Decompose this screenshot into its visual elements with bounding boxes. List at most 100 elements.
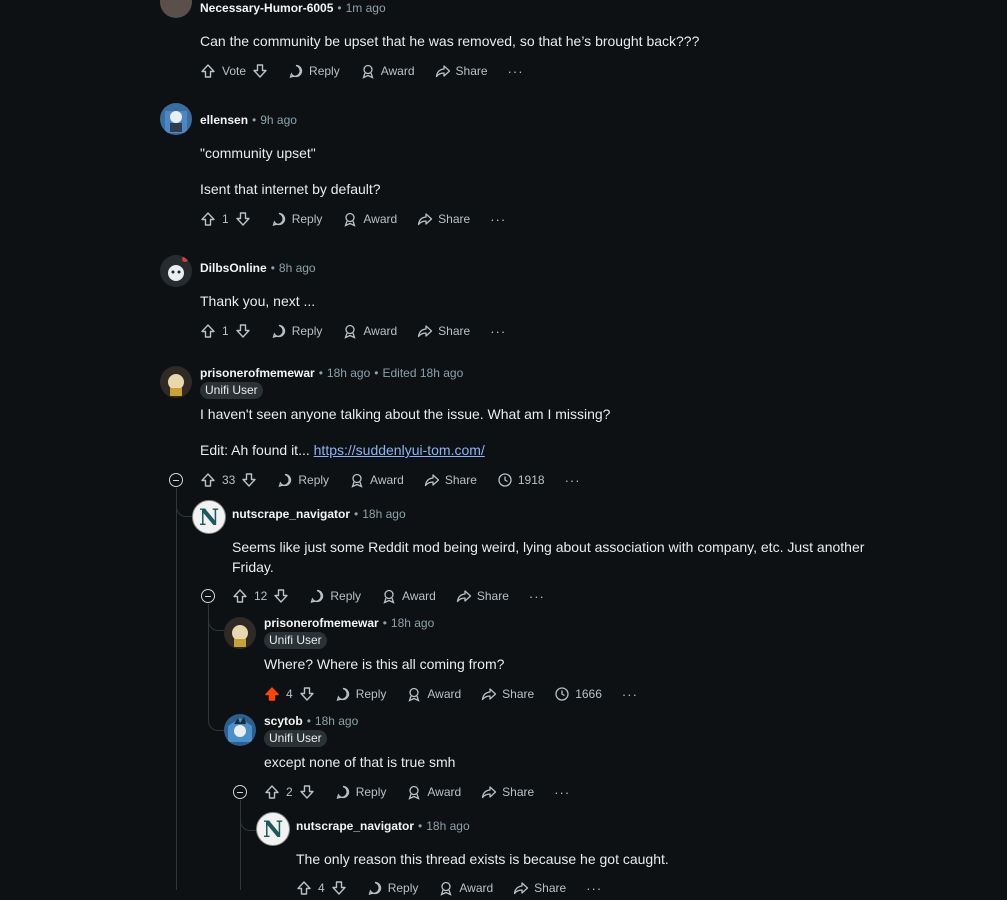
share-button[interactable]: Share <box>435 63 488 79</box>
author-link[interactable]: Necessary-Humor-6005 <box>200 1 333 15</box>
vote-score: 1 <box>222 324 229 338</box>
downvote-icon[interactable] <box>299 784 315 800</box>
author-link[interactable]: prisonerofmemewar <box>264 616 379 630</box>
award-icon <box>362 64 374 79</box>
award-button[interactable]: Award <box>406 686 461 702</box>
vote-score: 2 <box>286 785 293 799</box>
reply-label: Reply <box>355 687 387 701</box>
timestamp: 18h ago <box>326 366 371 380</box>
downvote-icon[interactable] <box>331 880 347 896</box>
award-label: Award <box>402 589 436 603</box>
reply-icon <box>289 64 303 78</box>
comment-paragraph: The only reason this thread exists is be… <box>296 851 669 867</box>
vote-score: 12 <box>254 589 268 603</box>
award-button[interactable]: Award <box>406 784 461 800</box>
comment-actions: 33 Reply Award Share 1918 ··· <box>200 468 581 492</box>
upvote-icon[interactable] <box>200 472 216 488</box>
edit-prefix: Edit: Ah found it... <box>200 442 314 458</box>
comment-paragraph: Can the community be upset that he was r… <box>200 33 700 49</box>
avatar[interactable] <box>224 714 256 746</box>
reply-button[interactable]: Reply <box>367 880 418 896</box>
upvote-icon[interactable] <box>200 63 216 79</box>
downvote-icon[interactable] <box>299 686 315 702</box>
upvote-icon[interactable] <box>264 784 280 800</box>
vote-group: 1 <box>200 211 251 227</box>
award-button[interactable]: Award <box>349 472 404 488</box>
share-button[interactable]: Share <box>481 686 534 702</box>
downvote-icon[interactable] <box>273 588 289 604</box>
more-icon[interactable]: ··· <box>490 212 506 227</box>
share-button[interactable]: Share <box>456 588 509 604</box>
avatar[interactable] <box>160 255 192 287</box>
comment-body: Can the community be upset that he was r… <box>200 31 699 51</box>
reply-button[interactable]: Reply <box>335 686 387 702</box>
collapse-icon[interactable] <box>169 473 183 487</box>
share-button[interactable]: Share <box>513 880 566 896</box>
share-button[interactable]: Share <box>424 472 477 488</box>
thread-line[interactable] <box>176 488 177 890</box>
more-icon[interactable]: ··· <box>586 881 602 896</box>
avatar[interactable] <box>160 0 192 18</box>
reply-button[interactable]: Reply <box>288 63 340 79</box>
more-icon[interactable]: ··· <box>622 687 638 702</box>
share-button[interactable]: Share <box>417 211 470 227</box>
share-icon <box>435 65 450 78</box>
author-link[interactable]: nutscrape_navigator <box>296 819 414 833</box>
reply-button[interactable]: Reply <box>309 588 361 604</box>
author-link[interactable]: prisonerofmemewar <box>200 366 315 380</box>
avatar[interactable] <box>160 103 192 135</box>
upvote-icon[interactable] <box>200 211 216 227</box>
vote-group: 33 <box>200 472 257 488</box>
more-icon[interactable]: ··· <box>565 473 581 488</box>
downvote-icon[interactable] <box>235 323 251 339</box>
share-button[interactable]: Share <box>417 323 470 339</box>
downvote-icon[interactable] <box>252 63 268 79</box>
more-icon[interactable]: ··· <box>508 64 524 79</box>
comment-paragraph: "community upset" <box>200 145 316 161</box>
award-button[interactable]: Award <box>342 323 397 339</box>
thread-connector <box>240 800 257 831</box>
reply-button[interactable]: Reply <box>335 784 386 800</box>
avatar[interactable]: N <box>256 812 290 846</box>
reply-button[interactable]: Reply <box>271 323 322 339</box>
comment-meta: DilbsOnline • 8h ago <box>200 261 316 275</box>
reply-label: Reply <box>291 212 323 226</box>
downvote-icon[interactable] <box>241 472 257 488</box>
vote-score: 33 <box>222 473 236 487</box>
award-icon <box>351 473 363 488</box>
avatar[interactable] <box>224 617 256 649</box>
collapse-icon[interactable] <box>201 589 215 603</box>
author-link[interactable]: scytob <box>264 714 303 728</box>
collapse-icon[interactable] <box>233 785 247 799</box>
avatar[interactable] <box>160 366 192 398</box>
share-icon <box>418 213 433 226</box>
comment-paragraph: Friday. <box>232 559 274 575</box>
award-button[interactable]: Award <box>438 880 493 896</box>
comment-actions: 4 Reply Award Share 1666 ··· <box>264 682 638 706</box>
avatar[interactable]: N <box>192 500 226 534</box>
edited-label: Edited 18h ago <box>382 366 464 380</box>
award-button[interactable]: Award <box>360 63 415 79</box>
downvote-icon[interactable] <box>235 211 251 227</box>
share-icon <box>482 688 497 701</box>
comment-paragraph: I haven't seen anyone talking about the … <box>200 406 611 422</box>
upvote-icon[interactable] <box>232 588 248 604</box>
share-button[interactable]: Share <box>481 784 534 800</box>
award-button[interactable]: Award <box>381 588 436 604</box>
external-link[interactable]: https://suddenlyui-tom.com/ <box>314 442 485 458</box>
upvote-icon[interactable] <box>296 880 312 896</box>
reply-button[interactable]: Reply <box>271 211 323 227</box>
upvote-icon[interactable] <box>264 686 280 702</box>
author-link[interactable]: ellensen <box>200 113 248 127</box>
author-link[interactable]: nutscrape_navigator <box>232 507 350 521</box>
more-icon[interactable]: ··· <box>554 785 570 800</box>
upvote-icon[interactable] <box>200 323 216 339</box>
more-icon[interactable]: ··· <box>490 324 506 339</box>
award-button[interactable]: Award <box>342 211 397 227</box>
award-icon <box>408 687 420 702</box>
reply-button[interactable]: Reply <box>277 472 329 488</box>
comment-body: "community upset" Isent that internet by… <box>200 143 381 199</box>
more-icon[interactable]: ··· <box>529 589 545 604</box>
author-link[interactable]: DilbsOnline <box>200 261 267 275</box>
award-label: Award <box>427 687 462 701</box>
